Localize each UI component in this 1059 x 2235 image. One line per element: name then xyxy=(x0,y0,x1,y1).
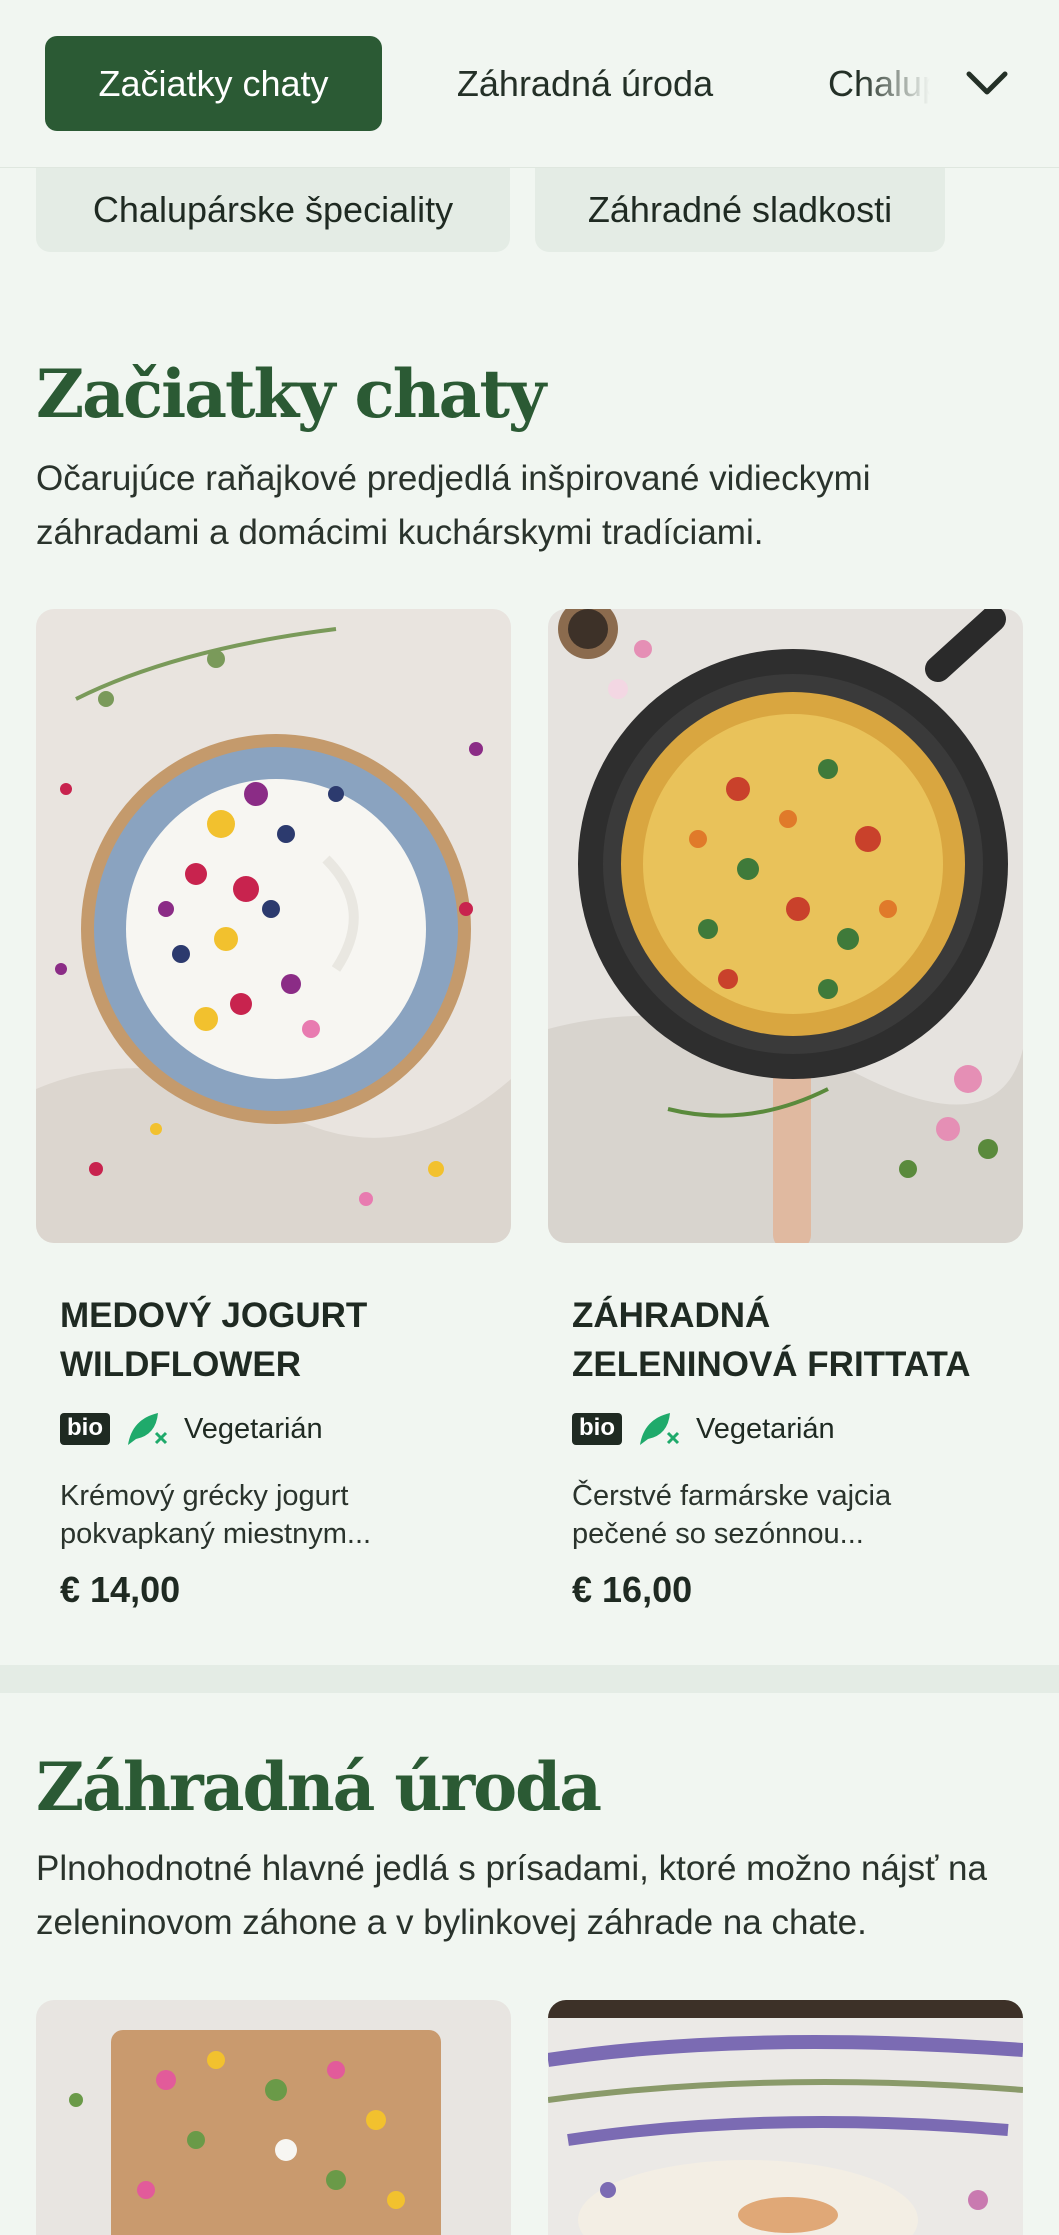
section-title: Záhradná úroda xyxy=(36,1748,602,1826)
section-description: Plnohodnotné hlavné jedlá s prísadami, k… xyxy=(36,1849,987,1942)
menu-item-image-board[interactable] xyxy=(36,2000,511,2235)
leaf-vegetarian-icon xyxy=(128,1413,168,1445)
menu-item-image-yogurt[interactable] xyxy=(36,609,511,1243)
tab-zaciatky-chaty[interactable]: Začiatky chaty xyxy=(45,36,382,131)
menu-item-description: Čerstvé farmárske vajcia pečené so sezón… xyxy=(572,1480,892,1550)
section-description: Očarujúce raňajkové predjedlá inšpirovan… xyxy=(36,459,871,552)
menu-item-tags: bio Vegetarián xyxy=(572,1409,835,1449)
section-divider xyxy=(0,1665,1059,1693)
bio-badge: bio xyxy=(60,1413,110,1445)
menu-item-price: € 14,00 xyxy=(60,1569,181,1610)
diet-label: Vegetarián xyxy=(696,1412,835,1445)
tab-zahradna-uroda[interactable]: Záhradná úroda xyxy=(430,36,740,131)
menu-item-card[interactable]: ZÁHRADNÁ ZELENINOVÁ FRITTATA bio Vegetar… xyxy=(548,609,1023,1619)
menu-item-image-lavender[interactable] xyxy=(548,2000,1023,2235)
menu-item-image-frittata[interactable] xyxy=(548,609,1023,1243)
menu-item-name: ZÁHRADNÁ ZELENINOVÁ FRITTATA xyxy=(572,1296,971,1384)
section-title: Začiatky chaty xyxy=(36,355,546,433)
menu-item-name: MEDOVÝ JOGURT WILDFLOWER xyxy=(60,1296,368,1384)
menu-item-card[interactable]: MEDOVÝ JOGURT WILDFLOWER bio Vegetarián … xyxy=(36,609,511,1619)
chip-zahradne-sladkosti[interactable]: Záhradné sladkosti xyxy=(535,167,945,252)
menu-item-price: € 16,00 xyxy=(572,1569,693,1610)
menu-item-description: Krémový grécky jogurt pokvapkaný miestny… xyxy=(60,1480,372,1550)
tab-fade-overlay xyxy=(860,30,960,140)
chevron-down-icon[interactable] xyxy=(960,58,1014,108)
category-chips: Chalupárske špeciality Záhradné sladkost… xyxy=(0,167,1059,252)
category-nav: Začiatky chaty Záhradná úroda Chalupársk… xyxy=(0,0,1059,168)
diet-label: Vegetarián xyxy=(184,1412,323,1445)
menu-item-tags: bio Vegetarián xyxy=(60,1409,323,1449)
leaf-vegetarian-icon xyxy=(640,1413,680,1445)
bio-badge: bio xyxy=(572,1413,622,1445)
chip-chaluparske-speciality[interactable]: Chalupárske špeciality xyxy=(36,167,510,252)
